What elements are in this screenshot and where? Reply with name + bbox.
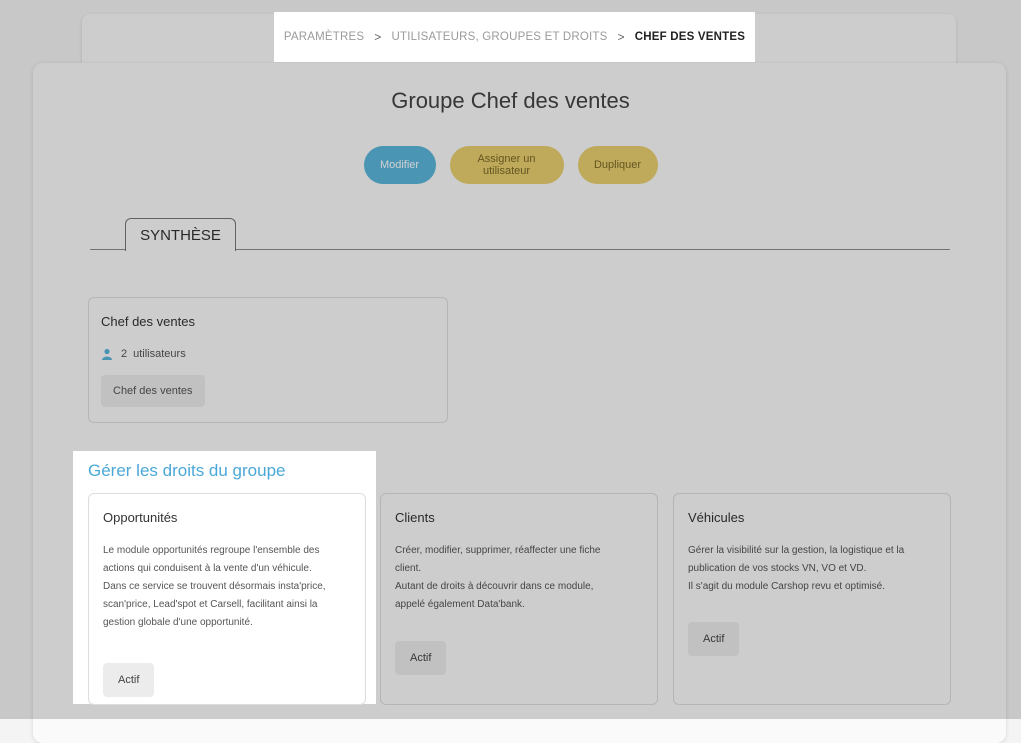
user-count-row[interactable]: 2 utilisateurs <box>101 348 186 360</box>
breadcrumb-item-parametres[interactable]: PARAMÈTRES <box>284 31 364 43</box>
duplicate-button[interactable]: Dupliquer <box>577 146 658 184</box>
description-line: scan'price, Lead'spot et Carsell, facili… <box>103 599 318 610</box>
description-line: client. <box>395 563 422 574</box>
module-title: Clients <box>395 510 435 525</box>
status-button[interactable]: Actif <box>395 641 447 675</box>
chevron-right-icon: > <box>374 30 382 44</box>
group-name: Chef des ventes <box>101 314 195 329</box>
breadcrumb-item-utilisateurs[interactable]: UTILISATEURS, GROUPES ET DROITS <box>392 31 608 43</box>
description-line: Autant de droits à découvrir dans ce mod… <box>395 581 594 592</box>
breadcrumb-current: CHEF DES VENTES <box>634 31 746 43</box>
group-tag: Chef des ventes <box>101 375 205 407</box>
description-line: appelé également Data'bank. <box>395 599 525 610</box>
description-line: Dans ce service se trouvent désormais in… <box>103 581 326 592</box>
description-line: Gérer la visibilité sur la gestion, la l… <box>688 545 905 556</box>
module-card-vehicules[interactable]: Véhicules Gérer la visibilité sur la ges… <box>673 493 951 705</box>
assign-user-button[interactable]: Assigner un utilisateur <box>449 146 564 184</box>
user-count: 2 <box>121 348 128 360</box>
breadcrumb: PARAMÈTRES > UTILISATEURS, GROUPES ET DR… <box>274 12 755 62</box>
action-bar: Modifier Assigner un utilisateur Dupliqu… <box>0 146 1021 184</box>
module-description: Le module opportunités regroupe l'ensemb… <box>103 542 353 632</box>
chevron-right-icon: > <box>617 30 625 44</box>
module-description: Créer, modifier, supprimer, réaffecter u… <box>395 542 645 614</box>
module-title: Opportunités <box>103 510 178 525</box>
page-title: Groupe Chef des ventes <box>391 88 630 113</box>
description-line: actions qui conduisent à la vente d'un v… <box>103 563 312 574</box>
description-line: Le module opportunités regroupe l'ensemb… <box>103 545 320 556</box>
section-title: Gérer les droits du groupe <box>88 461 286 480</box>
description-line: Il s'agit du module Carshop revu et opti… <box>688 581 886 592</box>
module-title: Véhicules <box>688 510 745 525</box>
tab-synthese[interactable]: SYNTHÈSE <box>125 218 236 251</box>
status-button[interactable]: Actif <box>103 663 155 697</box>
edit-button[interactable]: Modifier <box>363 146 436 184</box>
module-card-opportunites[interactable]: Opportunités Le module opportunités regr… <box>88 493 366 705</box>
module-description: Gérer la visibilité sur la gestion, la l… <box>688 542 938 596</box>
description-line: gestion globale d'une opportunité. <box>103 617 253 628</box>
status-button[interactable]: Actif <box>688 622 740 656</box>
user-icon <box>102 348 112 360</box>
description-line: Créer, modifier, supprimer, réaffecter u… <box>395 545 601 556</box>
description-line: publication de vos stocks VN, VO et VD. <box>688 563 867 574</box>
module-card-clients[interactable]: Clients Créer, modifier, supprimer, réaf… <box>380 493 658 705</box>
group-summary-card: Chef des ventes 2 utilisateurs Chef des … <box>88 297 448 423</box>
user-count-label: utilisateurs <box>133 348 186 360</box>
